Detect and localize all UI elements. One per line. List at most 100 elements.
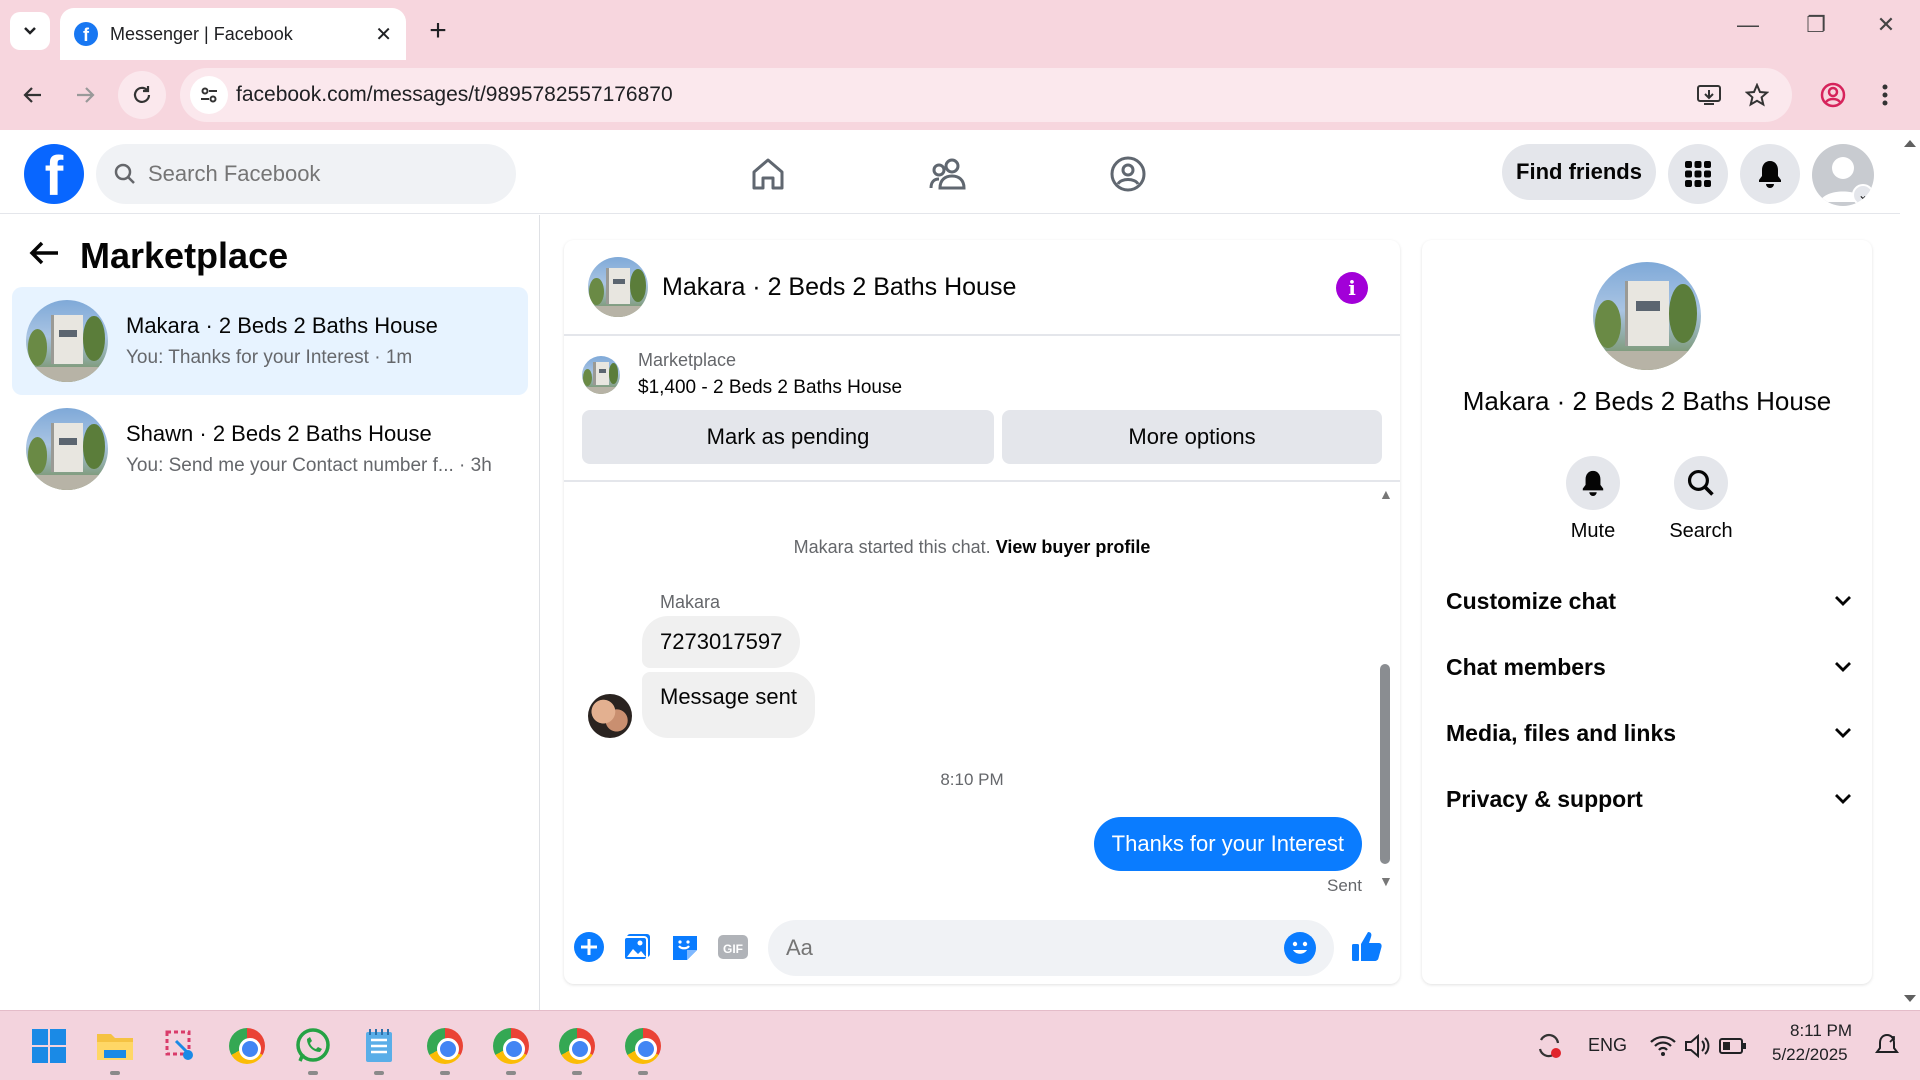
battery-icon[interactable] bbox=[1712, 1025, 1754, 1067]
clock-date[interactable]: 5/22/2025 bbox=[1772, 1045, 1848, 1065]
emoji-icon[interactable] bbox=[1284, 932, 1316, 964]
forward-button[interactable] bbox=[64, 74, 106, 116]
windows-start-icon[interactable] bbox=[28, 1025, 70, 1067]
outgoing-message[interactable]: Thanks for your Interest bbox=[1093, 817, 1362, 871]
sync-status-icon[interactable] bbox=[1528, 1025, 1570, 1067]
chat-scrollbar-thumb[interactable] bbox=[1380, 664, 1390, 864]
sender-avatar[interactable] bbox=[588, 694, 632, 738]
install-app-icon[interactable] bbox=[1694, 80, 1724, 110]
details-listing-avatar[interactable] bbox=[1593, 262, 1701, 370]
chevron-down-icon bbox=[24, 27, 36, 35]
bell-icon[interactable] bbox=[1566, 456, 1620, 510]
section-media-files-links[interactable]: Media, files and links bbox=[1446, 708, 1852, 758]
menu-button[interactable] bbox=[1668, 144, 1728, 204]
nav-home[interactable] bbox=[744, 150, 792, 198]
tab-title: Messenger | Facebook bbox=[110, 23, 293, 44]
section-chat-members[interactable]: Chat members bbox=[1446, 642, 1852, 692]
clock-time[interactable]: 8:11 PM bbox=[1790, 1021, 1852, 1041]
conversation-preview: You: Thanks for your Interest · 1m bbox=[126, 347, 413, 368]
nav-groups[interactable] bbox=[1104, 150, 1152, 198]
whatsapp-icon[interactable] bbox=[292, 1025, 334, 1075]
plus-circle-icon[interactable] bbox=[572, 930, 606, 964]
thumbs-up-icon[interactable] bbox=[1350, 930, 1384, 964]
facebook-search[interactable] bbox=[96, 144, 516, 204]
chat-scroll-down-icon[interactable]: ▼ bbox=[1379, 873, 1393, 889]
site-info-icon[interactable] bbox=[190, 76, 228, 114]
browser-tabbar: f Messenger | Facebook ✕ + — ❐ ✕ bbox=[0, 0, 1920, 60]
scroll-down-arrow-icon[interactable] bbox=[1900, 992, 1920, 1006]
sticker-icon[interactable] bbox=[668, 930, 702, 964]
tab-search-button[interactable] bbox=[10, 12, 50, 50]
bell-icon bbox=[1759, 161, 1781, 188]
new-tab-button[interactable]: + bbox=[420, 14, 456, 48]
windows-taskbar: ENG 8:11 PM 5/22/2025 bbox=[0, 1010, 1920, 1080]
find-friends-button[interactable]: Find friends bbox=[1502, 144, 1656, 200]
incoming-message[interactable]: 7273017597 bbox=[642, 616, 801, 668]
listing-thumbnail bbox=[26, 408, 108, 490]
tab-close-icon[interactable]: ✕ bbox=[375, 22, 392, 47]
message-timestamp: 8:10 PM bbox=[940, 770, 1004, 789]
listing-source: Marketplace bbox=[638, 350, 737, 370]
info-icon[interactable]: i bbox=[1336, 272, 1368, 304]
close-window-button[interactable]: ✕ bbox=[1866, 12, 1906, 38]
search-action[interactable]: Search bbox=[1656, 456, 1746, 543]
conversation-item[interactable]: Shawn · 2 Beds 2 Baths House You: Send m… bbox=[12, 395, 528, 503]
listing-title: $1,400 - 2 Beds 2 Baths House bbox=[638, 377, 903, 398]
facebook-favicon-icon: f bbox=[74, 22, 98, 46]
search-label: Search bbox=[1669, 520, 1733, 542]
more-vertical-icon bbox=[1882, 84, 1888, 106]
incoming-message[interactable]: Message sent bbox=[642, 672, 815, 738]
facebook-search-input[interactable] bbox=[148, 161, 468, 187]
snipping-tool-icon[interactable] bbox=[160, 1025, 202, 1067]
conversation-preview: You: Send me your Contact number f... · … bbox=[126, 455, 492, 476]
restore-button[interactable]: ❐ bbox=[1796, 12, 1836, 38]
browser-tab[interactable]: f Messenger | Facebook ✕ bbox=[60, 8, 406, 60]
bookmark-star-icon[interactable] bbox=[1742, 80, 1772, 110]
back-button[interactable] bbox=[12, 74, 54, 116]
svg-text:GIF: GIF bbox=[723, 942, 743, 956]
chrome-profile-icon[interactable] bbox=[490, 1025, 532, 1075]
chat-title[interactable]: Makara · 2 Beds 2 Baths House bbox=[662, 273, 1016, 302]
file-explorer-icon[interactable] bbox=[94, 1025, 136, 1075]
language-indicator[interactable]: ENG bbox=[1588, 1035, 1627, 1056]
scroll-up-arrow-icon[interactable] bbox=[1900, 136, 1920, 150]
mark-as-pending-button[interactable]: Mark as pending bbox=[582, 410, 994, 464]
notifications-button[interactable] bbox=[1740, 144, 1800, 204]
section-customize-chat[interactable]: Customize chat bbox=[1446, 576, 1852, 626]
browser-menu-button[interactable] bbox=[1864, 74, 1906, 116]
marketplace-sidebar: Marketplace Makara · 2 Beds 2 Baths Hous… bbox=[0, 215, 540, 1010]
message-status: Sent bbox=[1327, 876, 1362, 895]
message-input-wrapper[interactable] bbox=[768, 920, 1334, 976]
chat-listing-avatar[interactable] bbox=[588, 257, 648, 317]
notification-center-icon[interactable] bbox=[1866, 1025, 1908, 1067]
notepad-icon[interactable] bbox=[358, 1025, 400, 1075]
listing-summary[interactable]: Marketplace $1,400 - 2 Beds 2 Baths Hous… bbox=[582, 350, 902, 399]
account-avatar[interactable]: ⌄ bbox=[1812, 144, 1874, 206]
reload-button[interactable] bbox=[118, 71, 166, 119]
chrome-profile-icon[interactable] bbox=[424, 1025, 466, 1075]
search-icon[interactable] bbox=[1674, 456, 1728, 510]
chrome-icon[interactable] bbox=[226, 1025, 268, 1067]
facebook-logo-icon[interactable]: f bbox=[24, 144, 84, 204]
section-privacy-support[interactable]: Privacy & support bbox=[1446, 774, 1852, 824]
back-arrow-icon[interactable] bbox=[28, 237, 60, 276]
photo-icon[interactable] bbox=[620, 930, 654, 964]
nav-friends[interactable] bbox=[924, 150, 972, 198]
page-scrollbar[interactable] bbox=[1900, 130, 1920, 1010]
message-input[interactable] bbox=[786, 935, 1246, 961]
view-buyer-profile-link[interactable]: View buyer profile bbox=[996, 537, 1151, 557]
conversation-item[interactable]: Makara · 2 Beds 2 Baths House You: Thank… bbox=[12, 287, 528, 395]
gif-icon[interactable]: GIF bbox=[716, 930, 750, 964]
chat-header: Makara · 2 Beds 2 Baths House i bbox=[564, 240, 1400, 336]
chrome-profile-icon[interactable] bbox=[556, 1025, 598, 1075]
chat-scroll-up-icon[interactable]: ▲ bbox=[1379, 486, 1393, 502]
address-bar[interactable]: facebook.com/messages/t/9895782557176870 bbox=[180, 68, 1792, 122]
minimize-button[interactable]: — bbox=[1728, 12, 1768, 38]
mute-action[interactable]: Mute bbox=[1548, 456, 1638, 543]
conversation-name: Makara · 2 Beds 2 Baths House bbox=[126, 313, 438, 338]
search-icon bbox=[114, 163, 135, 184]
profile-button[interactable] bbox=[1812, 74, 1854, 116]
chevron-down-icon bbox=[1835, 662, 1851, 672]
chrome-profile-icon[interactable] bbox=[622, 1025, 664, 1075]
more-options-button[interactable]: More options bbox=[1002, 410, 1382, 464]
